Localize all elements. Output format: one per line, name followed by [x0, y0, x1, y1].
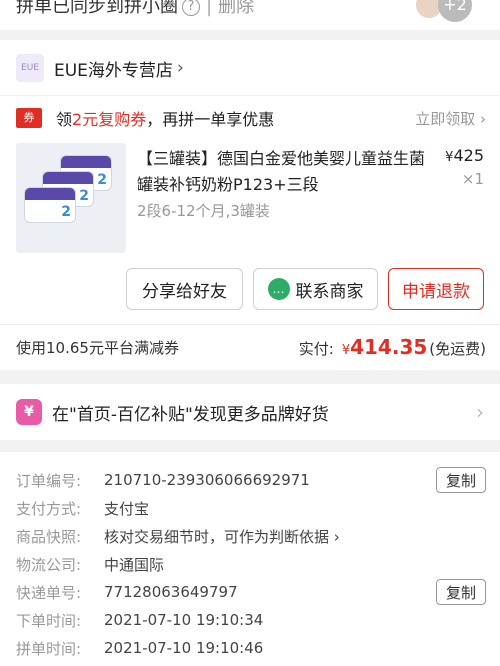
logistics-company: 中通国际: [104, 555, 165, 574]
payment-method-row: 支付方式: 支付宝: [16, 494, 486, 522]
payment-method: 支付宝: [104, 499, 150, 518]
refund-button[interactable]: 申请退款: [388, 268, 484, 310]
contact-button-label: 联系商家: [295, 281, 364, 302]
group-sync-text: 拼单已同步到拼小圈? | 删除: [16, 0, 254, 18]
coupon-tag-icon: 券: [16, 108, 42, 128]
copy-tracking-number-button[interactable]: 复制: [436, 579, 486, 605]
product-spec: 2段6-12个月,3罐装: [137, 202, 270, 220]
promo-text: 在"首页-百亿补贴"发现更多品牌好货: [52, 404, 329, 425]
product-title[interactable]: 【三罐装】德国白金爱他美婴儿童益生菌罐装补钙奶粉P123+三段: [137, 146, 432, 198]
divider: [0, 95, 500, 96]
order-time-row: 下单时间: 2021-07-10 19:10:34: [16, 606, 486, 634]
store-name[interactable]: EUE海外专营店: [54, 56, 173, 81]
order-card: EUE EUE海外专营店 › 券 领 2元复购券 ，再拼一单享优惠 立即领取 › 2…: [0, 40, 500, 370]
detail-label: 订单编号:: [16, 471, 82, 490]
order-number: 210710-239306066692971: [104, 471, 310, 489]
delete-link[interactable]: 删除: [218, 0, 254, 17]
detail-label: 物流公司:: [16, 555, 82, 574]
price-value: 425: [453, 146, 484, 165]
separator: |: [206, 0, 213, 17]
coupon-text-pre: 领: [56, 110, 73, 129]
store-logo: EUE: [16, 54, 44, 82]
coupon-amount: 2元复购券: [72, 110, 147, 129]
detail-label: 下单时间:: [16, 611, 82, 630]
share-button-label: 分享给好友: [142, 281, 227, 302]
chevron-right-icon: ›: [176, 58, 184, 78]
shopping-bag-icon: ¥: [16, 399, 42, 425]
divider: [0, 324, 500, 325]
more-members-badge[interactable]: +2: [438, 0, 472, 22]
refund-button-label: 申请退款: [402, 281, 470, 302]
product-quantity: ×1: [461, 170, 484, 188]
chat-bubble-icon: …: [267, 278, 290, 300]
order-time: 2021-07-10 19:10:34: [104, 611, 264, 629]
help-icon[interactable]: ?: [182, 0, 200, 16]
detail-label: 拼单时间:: [16, 639, 82, 658]
product-image[interactable]: 2 2 2: [16, 143, 126, 253]
snapshot-row[interactable]: 商品快照: 核对交易细节时，可作为判断依据 ›: [16, 522, 486, 550]
discount-info: 使用10.65元平台满减券: [16, 338, 179, 357]
snapshot-link[interactable]: 核对交易细节时，可作为判断依据 ›: [104, 526, 340, 547]
paid-amount: 414.35: [350, 335, 428, 359]
detail-label: 支付方式:: [16, 499, 82, 518]
coupon-row[interactable]: 券 领 2元复购券 ，再拼一单享优惠 立即领取 ›: [16, 104, 486, 132]
detail-label: 快递单号:: [16, 583, 82, 602]
share-button[interactable]: 分享给好友: [126, 268, 243, 310]
group-time-row: 拼单时间: 2021-07-10 19:10:46: [16, 634, 486, 662]
payment-summary: 使用10.65元平台满减券 实付: ¥414.35 (免运费): [16, 332, 486, 362]
contact-seller-button[interactable]: … 联系商家: [253, 268, 378, 310]
paid-total: 实付: ¥414.35 (免运费): [299, 335, 486, 359]
copy-order-number-button[interactable]: 复制: [436, 467, 486, 493]
product-can-image: 2: [24, 187, 76, 223]
order-number-row: 订单编号: 210710-239306066692971 复制: [16, 466, 486, 494]
sync-status-text: 拼单已同步到拼小圈: [16, 0, 178, 17]
group-sync-bar: 拼单已同步到拼小圈? | 删除 +2: [0, 0, 500, 30]
store-header[interactable]: EUE EUE海外专营店 ›: [16, 54, 184, 82]
detail-label: 商品快照:: [16, 527, 82, 546]
shipping-note: (免运费): [429, 340, 486, 358]
chevron-right-icon: ›: [476, 400, 484, 424]
product-price: ¥425: [445, 146, 484, 165]
paid-currency: ¥: [341, 343, 351, 358]
logistics-company-row: 物流公司: 中通国际: [16, 550, 486, 578]
tracking-number: 77128063649797: [104, 583, 238, 601]
order-details: 订单编号: 210710-239306066692971 复制 支付方式: 支付…: [0, 452, 500, 666]
group-time: 2021-07-10 19:10:46: [104, 639, 264, 657]
promo-banner[interactable]: ¥ 在"首页-百亿补贴"发现更多品牌好货 ›: [0, 384, 500, 440]
paid-label: 实付:: [298, 340, 334, 358]
claim-coupon-link[interactable]: 立即领取 ›: [415, 108, 486, 129]
coupon-text-post: ，再拼一单享优惠: [146, 110, 275, 129]
tracking-number-row: 快递单号: 77128063649797 复制: [16, 578, 486, 606]
